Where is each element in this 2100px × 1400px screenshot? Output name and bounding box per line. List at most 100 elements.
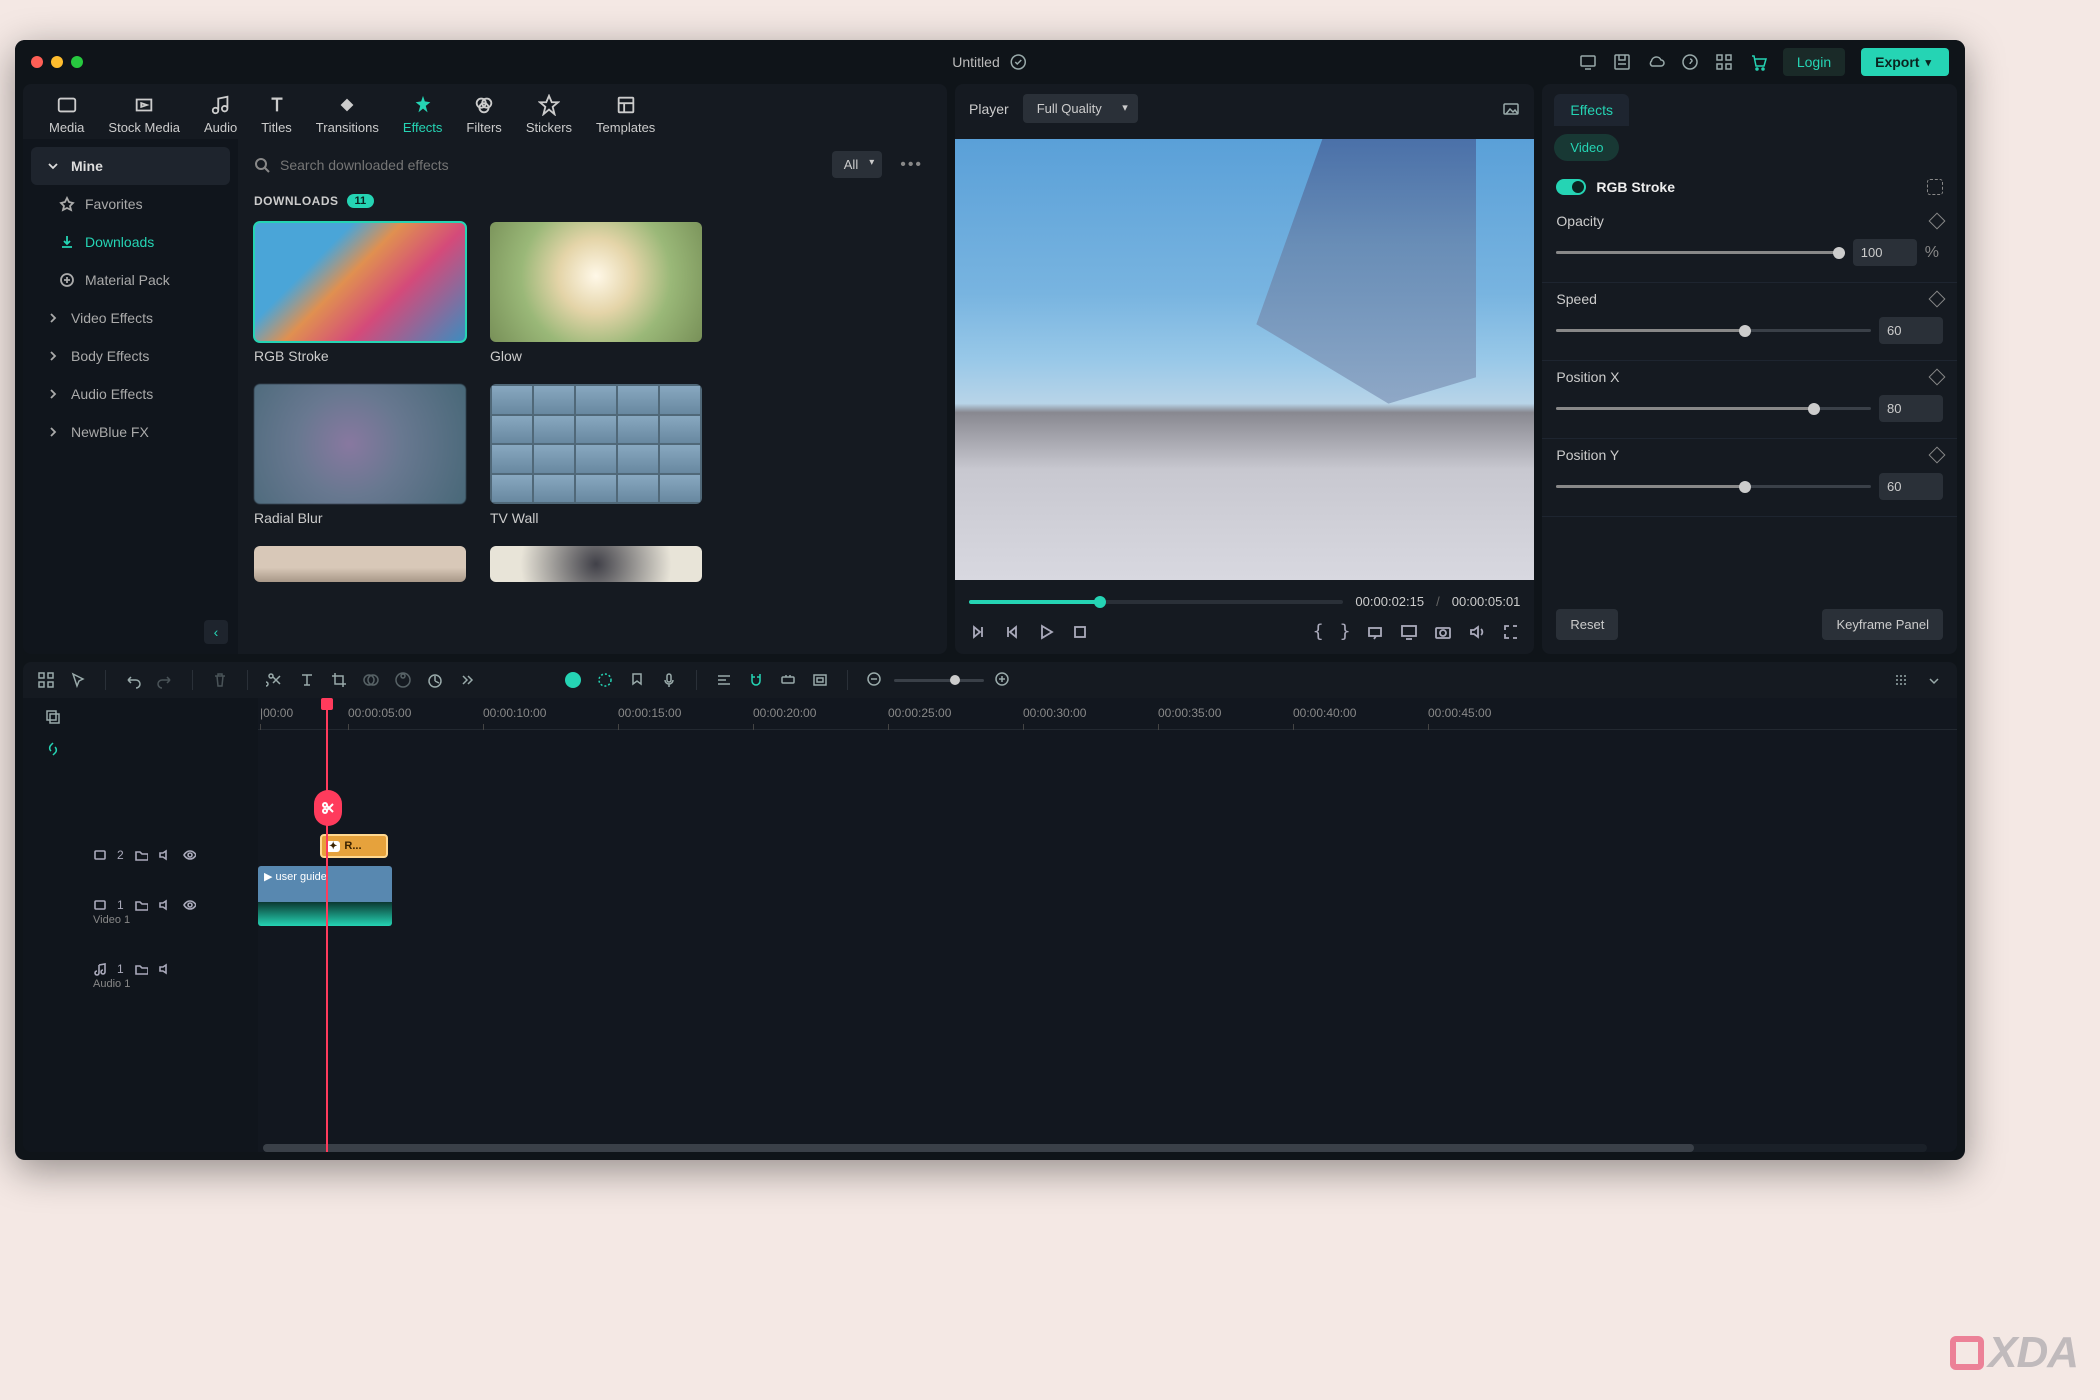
color-icon[interactable] (394, 671, 412, 689)
mark-in-button[interactable]: { (1313, 621, 1324, 642)
ratio-icon[interactable] (1366, 623, 1384, 641)
tab-stickers[interactable]: Stickers (514, 94, 584, 135)
track-settings-dd-icon[interactable] (1925, 671, 1943, 689)
login-button[interactable]: Login (1783, 48, 1845, 76)
monitor-icon[interactable] (1400, 623, 1418, 641)
play-button[interactable] (1037, 623, 1055, 641)
sidebar-item-body-effects[interactable]: Body Effects (31, 337, 230, 375)
more-options-button[interactable]: ••• (892, 152, 931, 178)
sidebar-item-audio-effects[interactable]: Audio Effects (31, 375, 230, 413)
split-icon[interactable] (266, 671, 284, 689)
zoom-in-icon[interactable] (994, 671, 1012, 689)
tab-audio[interactable]: Audio (192, 94, 249, 135)
effect-card-rgb-stroke[interactable]: RGB Stroke (254, 222, 466, 364)
expand-icon[interactable] (1927, 179, 1943, 195)
undo-icon[interactable] (124, 671, 142, 689)
track-header-fx[interactable]: 2 (83, 830, 258, 880)
keyframe-panel-button[interactable]: Keyframe Panel (1822, 609, 1943, 640)
keyframe-posy[interactable] (1928, 447, 1945, 464)
cut-bubble[interactable] (314, 790, 342, 826)
volume-icon[interactable] (1468, 623, 1486, 641)
effects-tab[interactable]: Effects (1554, 94, 1629, 126)
fullscreen-icon[interactable] (1502, 623, 1520, 641)
tab-stock-media[interactable]: Stock Media (96, 94, 192, 135)
video-subtab[interactable]: Video (1554, 134, 1619, 161)
sidebar-item-material-pack[interactable]: Material Pack (31, 261, 230, 299)
timeline-tracks[interactable]: |00:00 00:00:05:00 00:00:10:00 00:00:15:… (258, 698, 1957, 1152)
opacity-slider[interactable] (1556, 251, 1844, 254)
track-header-video1[interactable]: 1 Video 1 (83, 880, 258, 944)
posy-value[interactable]: 60 (1879, 473, 1943, 500)
video-clip[interactable]: ▶ user guide (258, 866, 392, 926)
delete-icon[interactable] (211, 671, 229, 689)
cursor-icon[interactable] (69, 671, 87, 689)
collapse-sidebar-button[interactable]: ‹ (204, 620, 228, 644)
copy-track-icon[interactable] (44, 708, 62, 726)
filter-dropdown[interactable]: All (832, 151, 882, 178)
tab-media[interactable]: Media (37, 94, 96, 135)
text-icon[interactable] (298, 671, 316, 689)
align-icon[interactable] (715, 671, 733, 689)
effect-card-radial-blur[interactable]: Radial Blur (254, 384, 466, 526)
more-tools-icon[interactable] (458, 671, 476, 689)
speed-slider[interactable] (1556, 329, 1871, 332)
effect-card-partial2[interactable] (490, 546, 702, 582)
mark-out-button[interactable]: } (1340, 621, 1351, 642)
snapshot-icon[interactable] (1502, 100, 1520, 118)
sparkle-icon[interactable] (596, 671, 614, 689)
search-input[interactable] (280, 157, 822, 173)
sidebar-item-video-effects[interactable]: Video Effects (31, 299, 230, 337)
link-tl-icon[interactable] (779, 671, 797, 689)
opacity-value[interactable]: 100 (1853, 239, 1917, 266)
tab-filters[interactable]: Filters (454, 94, 513, 135)
video-viewport[interactable] (955, 139, 1534, 580)
tab-effects[interactable]: Effects (391, 94, 455, 135)
sidebar-item-favorites[interactable]: Favorites (31, 185, 230, 223)
quality-dropdown[interactable]: Full Quality (1023, 94, 1138, 123)
link-track-icon[interactable] (44, 740, 62, 758)
tab-templates[interactable]: Templates (584, 94, 667, 135)
track-options-icon[interactable] (1893, 671, 1911, 689)
posy-slider[interactable] (1556, 485, 1871, 488)
ai-icon[interactable] (564, 671, 582, 689)
support-icon[interactable] (1681, 53, 1699, 71)
crop-icon[interactable] (330, 671, 348, 689)
camera-icon[interactable] (1434, 623, 1452, 641)
select-mode-icon[interactable] (37, 671, 55, 689)
close-window[interactable] (31, 56, 43, 68)
keyframe-posx[interactable] (1928, 369, 1945, 386)
scrubber[interactable] (969, 600, 1343, 604)
redo-icon[interactable] (156, 671, 174, 689)
maximize-window[interactable] (71, 56, 83, 68)
cart-icon[interactable] (1749, 53, 1767, 71)
zoom-slider[interactable] (894, 679, 984, 682)
sidebar-item-downloads[interactable]: Downloads (31, 223, 230, 261)
minimize-window[interactable] (51, 56, 63, 68)
export-button[interactable]: Export (1861, 48, 1949, 76)
effect-card-partial1[interactable] (254, 546, 466, 582)
effect-toggle[interactable] (1556, 179, 1586, 195)
mic-icon[interactable] (660, 671, 678, 689)
magnet-icon[interactable] (747, 671, 765, 689)
display-icon[interactable] (1579, 53, 1597, 71)
sidebar-item-mine[interactable]: Mine (31, 147, 230, 185)
timeline-scrollbar[interactable] (263, 1144, 1927, 1152)
apps-icon[interactable] (1715, 53, 1733, 71)
speed-value[interactable]: 60 (1879, 317, 1943, 344)
effect-card-glow[interactable]: Glow (490, 222, 702, 364)
tab-titles[interactable]: Titles (249, 94, 304, 135)
save-icon[interactable] (1613, 53, 1631, 71)
sidebar-item-newblue[interactable]: NewBlue FX (31, 413, 230, 451)
mask-icon[interactable] (362, 671, 380, 689)
next-frame-button[interactable] (1003, 623, 1021, 641)
timeline-ruler[interactable]: |00:00 00:00:05:00 00:00:10:00 00:00:15:… (258, 698, 1957, 730)
zoom-out-icon[interactable] (866, 671, 884, 689)
cloud-icon[interactable] (1647, 53, 1665, 71)
keyframe-speed[interactable] (1928, 291, 1945, 308)
keyframe-opacity[interactable] (1928, 213, 1945, 230)
posx-slider[interactable] (1556, 407, 1871, 410)
reset-button[interactable]: Reset (1556, 609, 1618, 640)
tab-transitions[interactable]: Transitions (304, 94, 391, 135)
stop-button[interactable] (1071, 623, 1089, 641)
prev-frame-button[interactable] (969, 623, 987, 641)
